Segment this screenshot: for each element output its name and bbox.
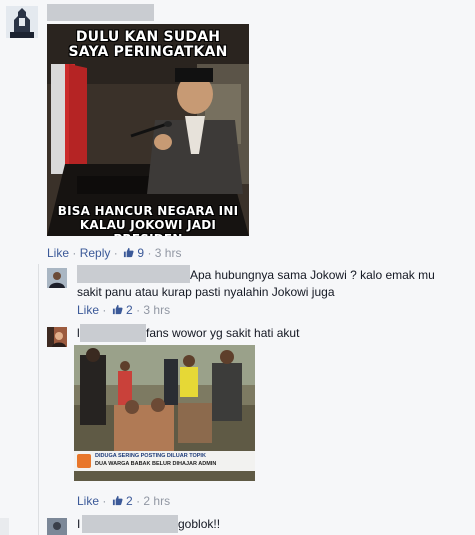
meme-image[interactable]: DULU KAN SUDAH SAYA PERINGATKAN BISA HAN…	[47, 24, 249, 236]
meme-caption-top-line1: DULU KAN SUDAH	[75, 29, 221, 45]
avatar-photo-icon	[47, 268, 67, 288]
like-count[interactable]: 2	[110, 303, 136, 317]
thumbs-up-icon	[123, 247, 134, 258]
separator: ·	[72, 246, 77, 260]
separator: ·	[136, 494, 141, 508]
reply-text: Apa hubungnya sama Jokowi ? kalo emak mu	[190, 267, 435, 284]
reply-text: goblok!!	[178, 516, 220, 533]
like-link[interactable]: Like	[47, 246, 69, 260]
reply-text-line2: sakit panu atau kurap pasti nyalahin Jok…	[77, 285, 335, 299]
news-headline-line1: DIDUGA SERING POSTING DILUAR TOPIK	[95, 453, 206, 459]
thumbs-up-icon	[112, 304, 123, 315]
like-count-value: 2	[126, 303, 133, 317]
meme-caption-top-line2: SAYA PERINGATKAN	[68, 44, 228, 60]
reply-text-prefix-char: I	[77, 517, 81, 531]
commenter-name-redacted[interactable]	[47, 4, 154, 21]
timestamp[interactable]: 3 hrs	[155, 246, 182, 260]
attached-news-image[interactable]: DIDUGA SERING POSTING DILUAR TOPIK DUA W…	[74, 345, 255, 481]
timestamp[interactable]: 3 hrs	[143, 303, 170, 317]
reply-link[interactable]: Reply	[80, 246, 111, 260]
reply-author-redacted[interactable]	[77, 265, 190, 283]
separator: ·	[113, 246, 118, 260]
reply-author-redacted[interactable]	[80, 324, 146, 342]
bottom-left-fragment	[0, 518, 9, 535]
meme-caption-bottom-line2: KALAU JOKOWI JADI PRESIDEN	[79, 218, 217, 236]
like-link[interactable]: Like	[77, 494, 99, 508]
reply-author-redacted[interactable]	[82, 515, 178, 533]
like-count-value: 9	[137, 246, 145, 260]
separator: ·	[102, 303, 107, 317]
reply-actions: Like · 2 · 2 hrs	[77, 494, 170, 508]
comment-actions: Like · Reply · 9 · 3 hrs	[47, 246, 181, 260]
reply-avatar[interactable]	[47, 268, 67, 288]
timestamp[interactable]: 2 hrs	[143, 494, 170, 508]
meme-caption-bottom: BISA HANCUR NEGARA INI KALAU JOKOWI JADI…	[47, 204, 249, 236]
separator: ·	[147, 246, 152, 260]
reply-text: fans wowor yg sakit hati akut	[146, 325, 299, 342]
like-count[interactable]: 9	[121, 246, 147, 260]
news-headline-line2: DUA WARGA BABAK BELUR DIHAJAR ADMIN	[95, 461, 217, 467]
reply-text-body: goblok!!	[178, 517, 221, 531]
like-count[interactable]: 2	[110, 494, 136, 508]
reply-actions: Like · 2 · 3 hrs	[77, 303, 170, 317]
reply-text-line1: Apa hubungnya sama Jokowi ? kalo emak mu	[190, 268, 435, 282]
reply-text-prefix: I	[77, 516, 80, 533]
reply-avatar[interactable]	[47, 327, 67, 347]
news-channel-logo-icon	[77, 454, 91, 468]
meme-caption-bottom-line1: BISA HANCUR NEGARA INI	[57, 204, 239, 218]
reply-text-line2-wrap: sakit panu atau kurap pasti nyalahin Jok…	[77, 284, 335, 301]
avatar-photo-icon	[47, 327, 67, 347]
meme-caption-top: DULU KAN SUDAH SAYA PERINGATKAN	[47, 30, 249, 60]
separator: ·	[136, 303, 141, 317]
news-banner: DIDUGA SERING POSTING DILUAR TOPIK DUA W…	[74, 451, 255, 471]
reply-text-body: fans wowor yg sakit hati akut	[146, 326, 300, 340]
like-count-value: 2	[126, 494, 133, 508]
separator: ·	[102, 494, 107, 508]
reply-avatar[interactable]	[47, 518, 67, 535]
reply-thread-line	[38, 264, 39, 535]
like-link[interactable]: Like	[77, 303, 99, 317]
commenter-avatar[interactable]	[6, 6, 38, 38]
thumbs-up-icon	[112, 495, 123, 506]
avatar-figure-icon	[6, 6, 38, 38]
avatar-photo-icon	[47, 518, 67, 535]
